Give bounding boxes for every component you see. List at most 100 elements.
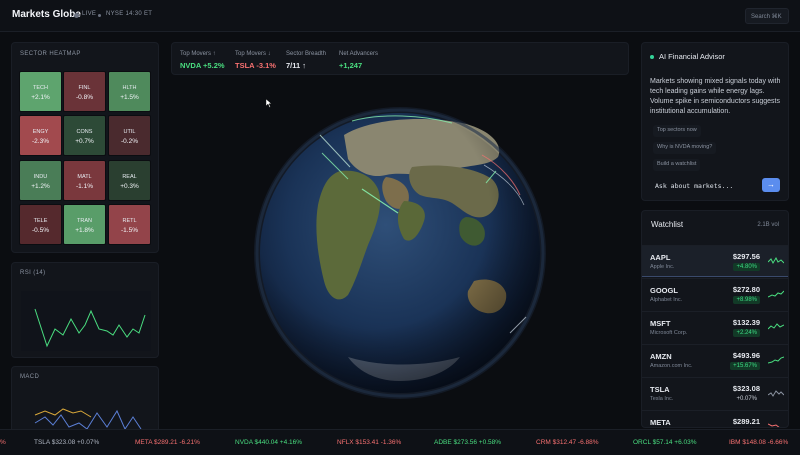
heatmap-cell-symbol: RETL (122, 218, 137, 224)
heatmap-cell-real[interactable]: REAL +0.3% (108, 160, 151, 201)
stat-top-gainer-value[interactable]: NVDA +5.2% (180, 61, 225, 70)
watchlist-company: Tesla Inc. (650, 396, 674, 402)
advisor-message: Markets showing mixed signals today with… (650, 78, 781, 115)
market-status: NYSE 14:30 ET (106, 11, 153, 17)
heatmap-cell-symbol: ENGY (32, 129, 49, 135)
sparkline-icon (768, 423, 780, 427)
stat-sector-breadth-value: 7/11 ↑ (286, 61, 307, 70)
ticker-item[interactable]: NVDA $440.04 +4.16% (235, 439, 302, 446)
globe-graphic[interactable] (252, 105, 548, 401)
ticker-item[interactable]: TSLA $323.08 +0.07% (34, 439, 99, 446)
watchlist-price: $297.56 (732, 252, 760, 261)
heatmap-cell-engy[interactable]: ENGY -2.3% (19, 115, 62, 156)
heatmap-cell-retl[interactable]: RETL -1.5% (108, 204, 151, 245)
watchlist-row-meta[interactable]: META $289.21 (642, 410, 788, 427)
watchlist-row-googl[interactable]: GOOGL Alphabet Inc. $272.80 +8.98% (642, 278, 788, 310)
heatmap-cell-symbol: MATL (77, 174, 92, 180)
heatmap-cell-change: +0.3% (120, 183, 139, 190)
heatmap-cell-change: +1.8% (75, 227, 94, 234)
ticker-item[interactable]: ORCL $57.14 +6.03% (633, 439, 697, 446)
ticker-item[interactable]: NFLX $153.41 -1.36% (337, 439, 401, 446)
stat-net-advancers-label: Net Advancers (339, 51, 379, 57)
stat-top-loser-label: Top Movers ↓ (235, 51, 271, 57)
top-bar: Markets Globe LIVE NYSE 14:30 ET Search … (0, 0, 800, 32)
rsi-panel: RSI (14) (11, 262, 159, 358)
heatmap-cell-change: -1.5% (121, 227, 138, 234)
stat-top-loser-value[interactable]: TSLA -3.1% (235, 61, 276, 70)
watchlist-row-amzn[interactable]: AMZN Amazon.com Inc. $493.96 +15.67% (642, 344, 788, 376)
watchlist-price: $132.39 (732, 318, 760, 327)
heatmap-cell-change: +0.7% (75, 138, 94, 145)
heatmap-cell-symbol: TRAN (77, 218, 92, 224)
app-title: Markets Globe (12, 9, 81, 20)
stat-sector-breadth-label: Sector Breadth (286, 51, 327, 57)
heatmap-cell-change: +2.1% (31, 94, 50, 101)
ask-input[interactable]: Ask about markets... (655, 182, 733, 190)
suggestion-chip-nvda[interactable]: Why is NVDA moving? (653, 142, 717, 154)
watchlist-change: +4.80% (733, 263, 760, 271)
watchlist-row-aapl[interactable]: AAPL Apple Inc. $297.56 +4.80% (642, 245, 788, 277)
heatmap-cell-cons[interactable]: CONS +0.7% (63, 115, 106, 156)
separator-dot-icon (98, 14, 101, 17)
ticker-item[interactable]: META $289.21 -6.21% (135, 439, 200, 446)
watchlist-company: Alphabet Inc. (650, 297, 683, 303)
heatmap-cell-util[interactable]: UTIL -0.2% (108, 115, 151, 156)
watchlist-title: Watchlist (651, 220, 684, 229)
watchlist-row-tsla[interactable]: TSLA Tesla Inc. $323.08 +0.07% (642, 377, 788, 409)
watchlist-price: $323.08 (732, 384, 760, 393)
ticker-item[interactable]: ADBE $273.56 +0.58% (434, 439, 501, 446)
macd-panel: MACD (11, 366, 159, 436)
macd-title: MACD (20, 374, 40, 380)
heatmap-cell-symbol: CONS (76, 129, 93, 135)
rsi-title: RSI (14) (20, 270, 46, 276)
sparkline-icon (768, 323, 784, 330)
ticker-item[interactable]: % (0, 439, 6, 446)
heatmap-cell-hlth[interactable]: HLTH +1.5% (108, 71, 151, 112)
heatmap-cell-tech[interactable]: TECH +2.1% (19, 71, 62, 112)
macd-chart (34, 408, 142, 429)
markets-globe[interactable] (252, 105, 548, 401)
watchlist-change: +2.24% (733, 329, 760, 337)
watchlist-row-msft[interactable]: MSFT Microsoft Corp. $132.39 +2.24% (642, 311, 788, 343)
watchlist-price: $272.80 (732, 285, 760, 294)
heatmap-cell-matl[interactable]: MATL -1.1% (63, 160, 106, 201)
watchlist-volume: 2.1B vol (757, 222, 779, 228)
ticker-item[interactable]: IBM $148.08 -6.66% (729, 439, 788, 446)
suggestion-chip-top-sectors[interactable]: Top sectors now (653, 125, 701, 137)
send-button[interactable]: → (762, 178, 780, 192)
stat-top-gainer-label: Top Movers ↑ (180, 51, 216, 57)
sparkline-icon (768, 256, 784, 265)
heatmap-cell-change: +1.2% (31, 183, 50, 190)
sparkline-icon (768, 290, 784, 298)
live-label: LIVE (82, 11, 97, 17)
watchlist-symbol: GOOGL (650, 286, 678, 295)
watchlist-price: $493.96 (732, 351, 760, 360)
suggestion-chip-watchlist[interactable]: Build a watchlist (653, 159, 701, 171)
watchlist-change: +8.98% (733, 296, 760, 304)
heatmap-cell-symbol: UTIL (123, 129, 136, 135)
stat-net-advancers-value: +1,247 (339, 61, 363, 70)
heatmap-cell-change: -0.8% (76, 94, 93, 101)
heatmap-cell-indu[interactable]: INDU +1.2% (19, 160, 62, 201)
heatmap-cell-symbol: TECH (33, 85, 48, 91)
sparkline-icon (768, 356, 784, 364)
heatmap-cell-symbol: INDU (33, 174, 48, 180)
watchlist-panel: Watchlist 2.1B vol AAPL Apple Inc. $297.… (641, 210, 789, 428)
ticker-item[interactable]: CRM $312.47 -6.88% (536, 439, 599, 446)
watchlist-change: +0.07% (736, 396, 757, 402)
search-button[interactable]: Search ⌘K (745, 8, 789, 24)
heatmap-cell-change: -2.3% (32, 138, 49, 145)
market-stats-bar: Top Movers ↑ NVDA +5.2% Top Movers ↓ TSL… (171, 42, 629, 75)
heatmap-cell-tran[interactable]: TRAN +1.8% (63, 204, 106, 245)
advisor-title: AI Financial Advisor (659, 52, 725, 61)
heatmap-cell-change: -1.1% (76, 183, 93, 190)
heatmap-cell-change: -0.2% (121, 138, 138, 145)
mouse-cursor-icon (266, 99, 272, 108)
ticker-tape: % TSLA $323.08 +0.07% META $289.21 -6.21… (0, 429, 800, 455)
watchlist-company: Amazon.com Inc. (650, 363, 693, 369)
live-indicator-icon (74, 13, 79, 18)
heatmap-cell-finl[interactable]: FINL -0.8% (63, 71, 106, 112)
heatmap-cell-tele[interactable]: TELE -0.5% (19, 204, 62, 245)
heatmap-cell-symbol: TELE (33, 218, 48, 224)
watchlist-symbol: META (650, 418, 671, 427)
